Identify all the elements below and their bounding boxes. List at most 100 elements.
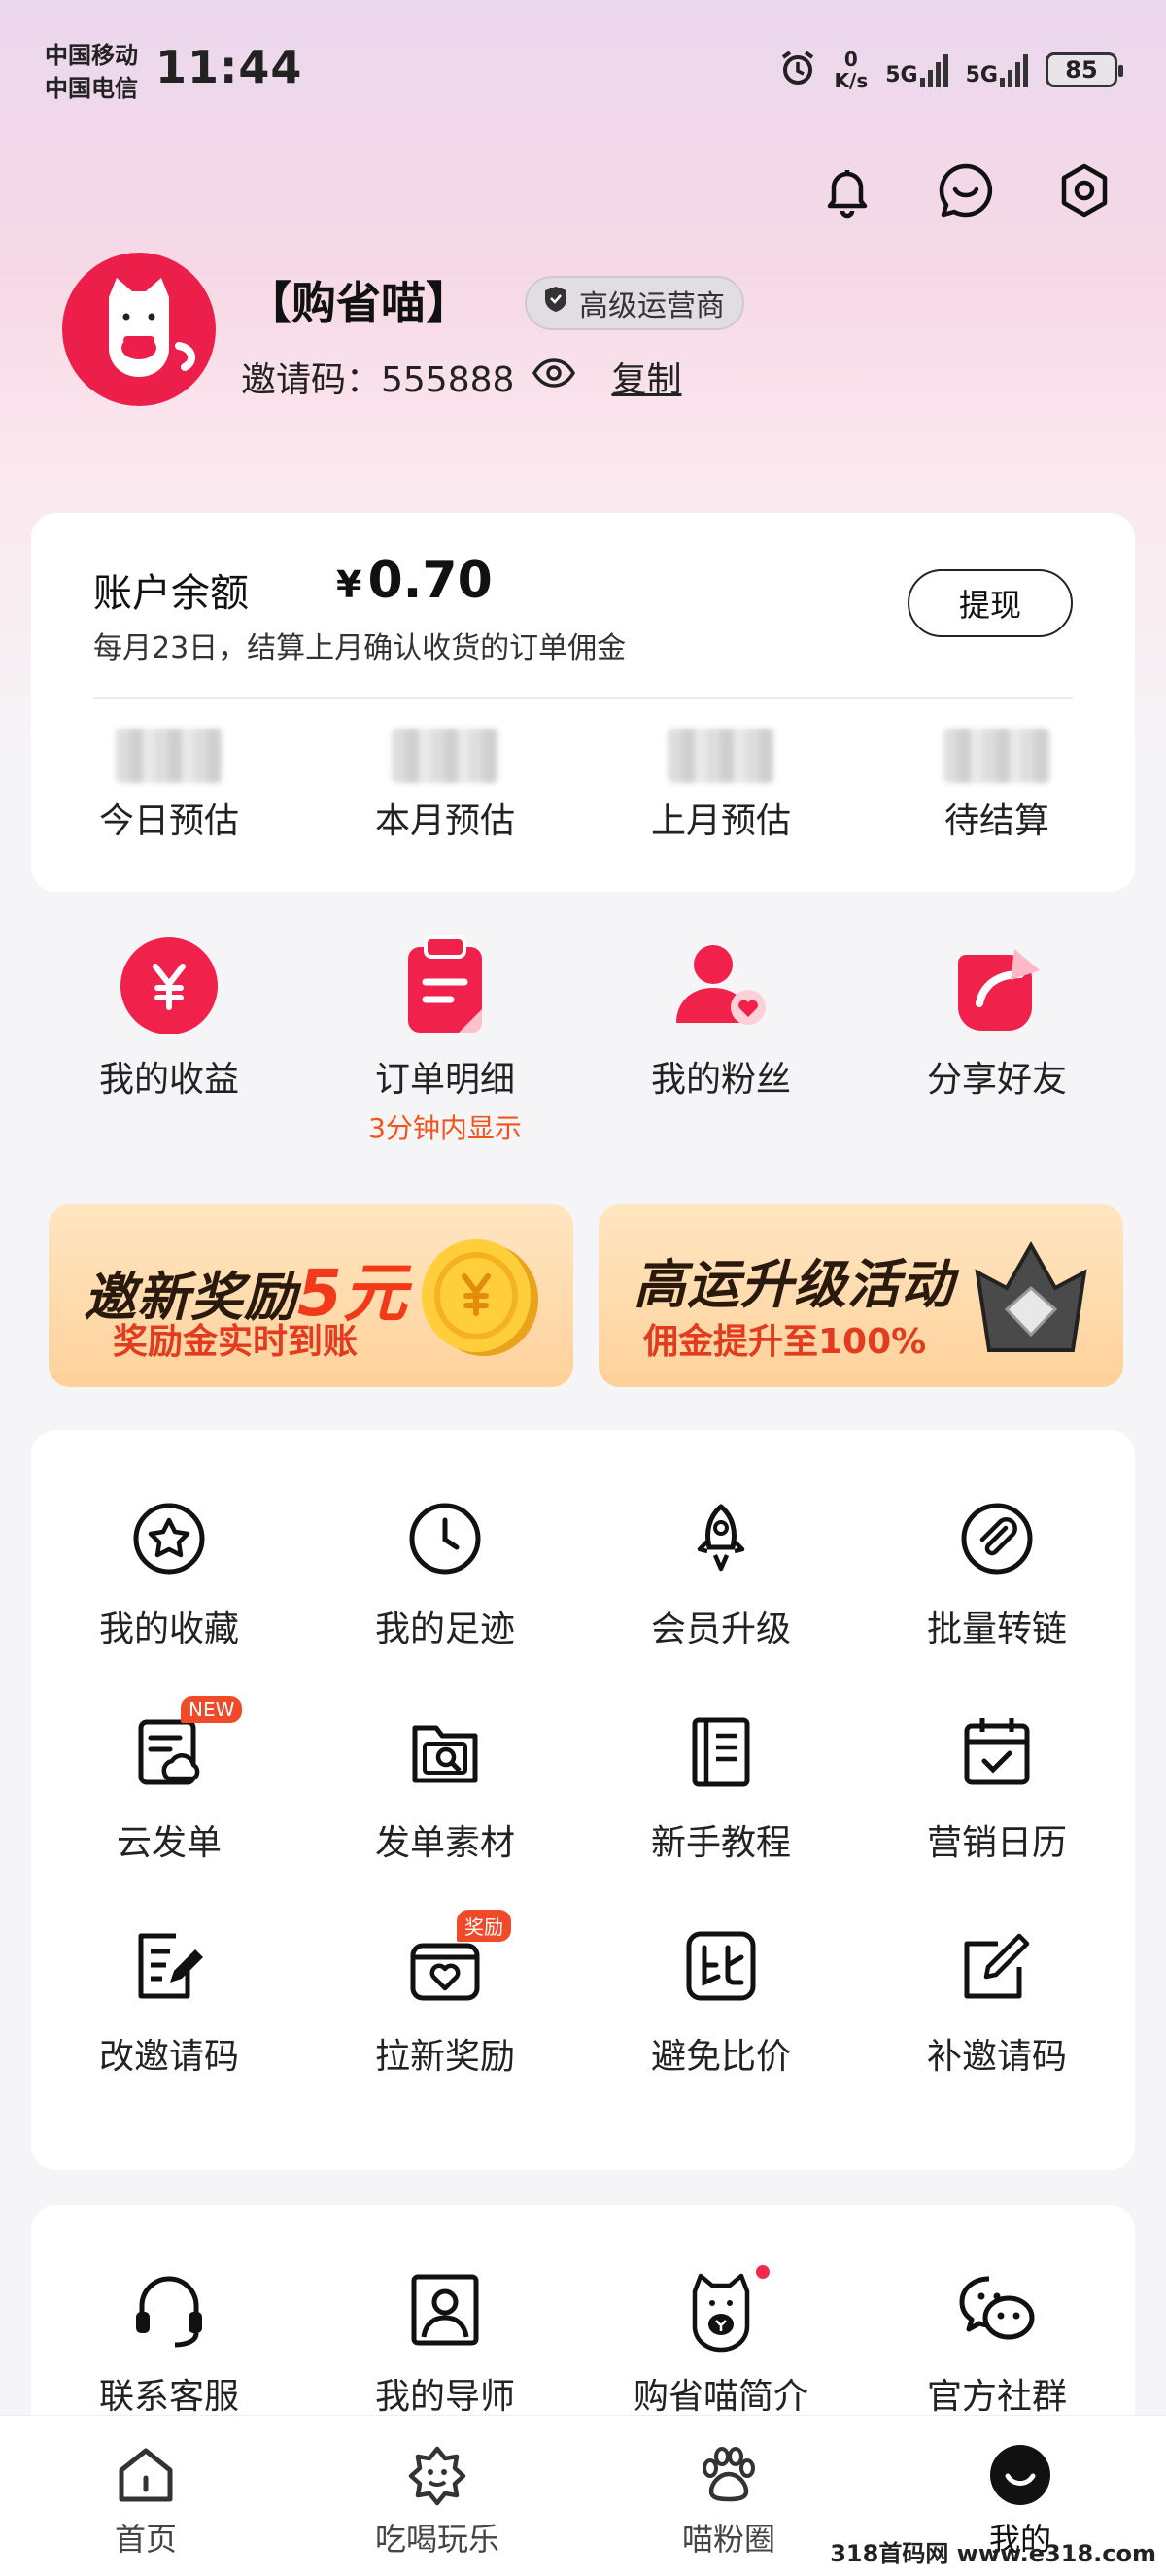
quick-label: 分享好友 bbox=[926, 1060, 1067, 1100]
service-customer-support[interactable]: 联系客服 bbox=[31, 2263, 307, 2419]
tool-favorites[interactable]: 我的收藏 bbox=[31, 1498, 307, 1651]
service-label: 联系客服 bbox=[98, 2377, 239, 2417]
compare-icon bbox=[680, 1925, 762, 2007]
shield-icon bbox=[540, 284, 571, 322]
avatar[interactable] bbox=[62, 253, 216, 406]
chat-icon[interactable] bbox=[935, 159, 997, 221]
earnings-stats: 今日预估 本月预估 上月预估 待结算 bbox=[31, 729, 1135, 843]
status-bar: 中国移动 中国电信 11:44 0 K/s 5G 5G 85 bbox=[0, 0, 1166, 136]
role-badge[interactable]: 高级运营商 bbox=[525, 276, 744, 330]
mentor-portrait-icon bbox=[398, 2263, 492, 2356]
quick-label: 我的粉丝 bbox=[650, 1060, 791, 1100]
tool-label: 发单素材 bbox=[374, 1823, 515, 1863]
balance-card: 账户余额 ¥0.70 每月23日，结算上月确认收货的订单佣金 提现 今日预估 本… bbox=[31, 513, 1135, 892]
tool-label: 批量转链 bbox=[926, 1610, 1067, 1649]
rocket-icon bbox=[680, 1498, 762, 1579]
wechat-icon bbox=[950, 2263, 1044, 2356]
tool-label: 避免比价 bbox=[650, 2037, 791, 2077]
reward-tag: 奖励 bbox=[457, 1910, 511, 1942]
copy-invite-button[interactable]: 复制 bbox=[611, 352, 681, 402]
invite-code: 邀请码：555888 bbox=[241, 360, 515, 400]
tool-label: 拉新奖励 bbox=[374, 2037, 515, 2077]
notification-dot bbox=[752, 2261, 773, 2283]
tool-tutorial[interactable]: 新手教程 bbox=[583, 1712, 859, 1865]
blurred-value bbox=[392, 729, 498, 783]
carrier-info: 中国移动 中国电信 bbox=[45, 39, 138, 105]
blurred-value bbox=[116, 729, 223, 783]
stat-this-month[interactable]: 本月预估 bbox=[307, 729, 583, 843]
tool-invite-reward[interactable]: 奖励 拉新奖励 bbox=[307, 1910, 583, 2079]
edit-square-icon bbox=[956, 1925, 1038, 2007]
gold-coin-icon bbox=[422, 1239, 538, 1356]
withdraw-button[interactable]: 提现 bbox=[908, 569, 1073, 637]
settlement-note: 每月23日，结算上月确认收货的订单佣金 bbox=[93, 631, 627, 665]
headset-icon bbox=[122, 2263, 216, 2356]
tool-batch-link[interactable]: 批量转链 bbox=[859, 1498, 1135, 1651]
stat-last-month[interactable]: 上月预估 bbox=[583, 729, 859, 843]
crown-diamond-icon bbox=[975, 1240, 1087, 1352]
clock-icon bbox=[404, 1498, 486, 1579]
tool-change-invite-code[interactable]: 改邀请码 bbox=[31, 1925, 307, 2079]
tool-label: 营销日历 bbox=[926, 1823, 1067, 1863]
quick-label: 订单明细 bbox=[374, 1060, 515, 1100]
stat-label: 本月预估 bbox=[374, 801, 515, 841]
tool-supplement-invite-code[interactable]: 补邀请码 bbox=[859, 1925, 1135, 2079]
quick-my-earnings[interactable]: 我的收益 bbox=[31, 932, 307, 1146]
balance-label: 账户余额 bbox=[93, 571, 249, 616]
quick-label: 我的收益 bbox=[98, 1060, 239, 1100]
calendar-check-icon bbox=[956, 1712, 1038, 1793]
carrier-2: 中国电信 bbox=[45, 75, 138, 102]
service-grid: 联系客服 我的导师 购省喵简介 官方社群 bbox=[31, 2261, 1135, 2419]
signal-bars-icon bbox=[919, 52, 948, 87]
service-my-mentor[interactable]: 我的导师 bbox=[307, 2263, 583, 2419]
settings-icon[interactable] bbox=[1053, 159, 1115, 221]
eye-icon[interactable] bbox=[532, 356, 576, 398]
nav-home[interactable]: 首页 bbox=[0, 2416, 292, 2576]
invite-reward-banner[interactable]: 邀新奖励5元 奖励金实时到账 bbox=[49, 1204, 573, 1387]
watermark: 318首码网 www.e318.com bbox=[830, 2540, 1156, 2567]
share-arrow-icon bbox=[943, 932, 1050, 1039]
balance-amount: ¥0.70 bbox=[336, 552, 493, 610]
order-clipboard-icon bbox=[392, 932, 498, 1039]
yuan-coin-icon bbox=[116, 932, 223, 1039]
home-icon bbox=[112, 2441, 180, 2509]
tool-footprints[interactable]: 我的足迹 bbox=[307, 1498, 583, 1651]
tool-member-upgrade[interactable]: 会员升级 bbox=[583, 1498, 859, 1651]
stat-label: 今日预估 bbox=[98, 801, 239, 841]
stat-today[interactable]: 今日预估 bbox=[31, 729, 307, 843]
quick-order-details[interactable]: 订单明细 3分钟内显示 bbox=[307, 932, 583, 1146]
star-circle-icon bbox=[128, 1498, 210, 1579]
folder-search-icon bbox=[404, 1712, 486, 1793]
food-fun-icon bbox=[403, 2441, 471, 2509]
service-official-community[interactable]: 官方社群 bbox=[859, 2263, 1135, 2419]
edit-doc-icon bbox=[128, 1925, 210, 2007]
tool-post-materials[interactable]: 发单素材 bbox=[307, 1712, 583, 1865]
signal-1-label: 5G bbox=[885, 63, 918, 87]
stat-pending[interactable]: 待结算 bbox=[859, 729, 1135, 843]
upgrade-activity-banner[interactable]: 高运升级活动 佣金提升至100% bbox=[599, 1204, 1123, 1387]
book-icon bbox=[680, 1712, 762, 1793]
divider bbox=[93, 697, 1073, 699]
nav-food-fun[interactable]: 吃喝玩乐 bbox=[292, 2416, 583, 2576]
quick-actions: 我的收益 订单明细 3分钟内显示 我的粉丝 分享好友 bbox=[31, 932, 1135, 1146]
tool-marketing-calendar[interactable]: 营销日历 bbox=[859, 1712, 1135, 1865]
tool-label: 补邀请码 bbox=[926, 2037, 1067, 2077]
tool-label: 新手教程 bbox=[650, 1823, 791, 1863]
quick-share-friends[interactable]: 分享好友 bbox=[859, 932, 1135, 1146]
tool-avoid-price-compare[interactable]: 避免比价 bbox=[583, 1925, 859, 2079]
banner-subtitle: 奖励金实时到账 bbox=[113, 1322, 359, 1362]
cat-avatar-icon bbox=[109, 278, 196, 377]
tool-cloud-post[interactable]: NEW 云发单 bbox=[31, 1696, 307, 1865]
net-speed-unit: K/s bbox=[834, 69, 869, 92]
banner-subtitle: 佣金提升至100% bbox=[643, 1322, 927, 1362]
quick-my-fans[interactable]: 我的粉丝 bbox=[583, 932, 859, 1146]
cloud-doc-icon: NEW bbox=[128, 1696, 243, 1793]
status-clock: 11:44 bbox=[155, 41, 303, 93]
banner-title: 高运升级活动 bbox=[634, 1254, 954, 1315]
blurred-value bbox=[668, 729, 774, 783]
balance-currency: ¥ bbox=[336, 563, 362, 606]
service-label: 官方社群 bbox=[926, 2377, 1067, 2417]
bell-icon[interactable] bbox=[816, 159, 878, 221]
service-intro[interactable]: 购省喵简介 bbox=[583, 2261, 859, 2419]
tools-card: 我的收藏 我的足迹 会员升级 批量转链 NEW 云发单 发单素材 新手教程 营销… bbox=[31, 1430, 1135, 2170]
